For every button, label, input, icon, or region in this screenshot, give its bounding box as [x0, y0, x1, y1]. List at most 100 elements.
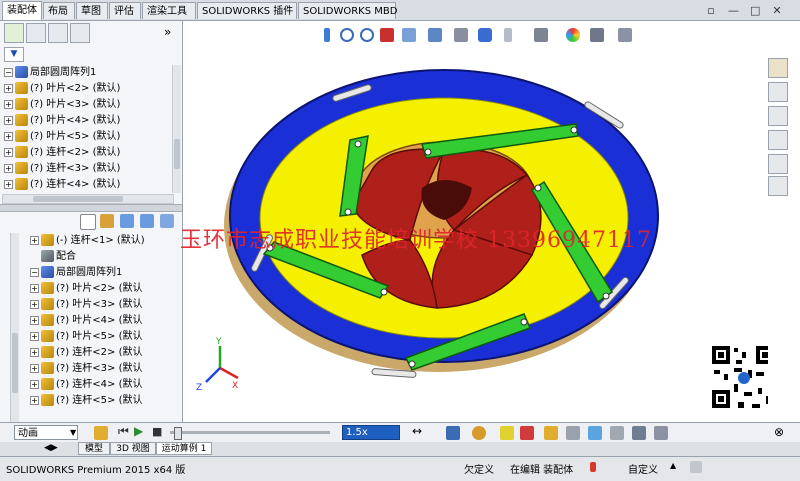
tab-sketch[interactable]: 草图 — [76, 2, 108, 19]
rebuild-icon[interactable] — [590, 462, 596, 472]
tree-item[interactable]: + (?) 连杆<3> (默认 — [30, 361, 178, 377]
results-icon[interactable] — [632, 426, 646, 440]
expand-toggle-icon[interactable]: − — [4, 67, 13, 77]
filter-assemblies-icon[interactable] — [120, 214, 134, 228]
expand-toggle-icon[interactable]: + — [30, 331, 39, 341]
tab-solidworks-mbd[interactable]: SOLIDWORKS MBD — [298, 2, 397, 19]
tree-item[interactable]: − 局部圆周阵列1 — [4, 65, 179, 81]
calculate-icon[interactable] — [94, 426, 108, 440]
maximize-button[interactable]: □ — [750, 5, 760, 16]
tree-item[interactable]: + (?) 叶片<4> (默认 — [30, 313, 178, 329]
config-manager-tab-icon[interactable] — [48, 23, 68, 43]
expand-toggle-icon[interactable]: + — [4, 83, 13, 93]
filter-icon[interactable]: ▼ — [4, 47, 24, 62]
definition-status: 欠定义 — [464, 465, 494, 476]
resources-icon[interactable] — [768, 58, 788, 78]
expand-toggle-icon[interactable]: + — [30, 379, 39, 389]
tree-item[interactable]: + (?) 叶片<4> (默认) — [4, 113, 179, 129]
part-icon — [41, 362, 54, 374]
gravity-icon[interactable] — [610, 426, 624, 440]
expand-panel-icon[interactable]: » — [164, 25, 171, 39]
expand-toggle-icon[interactable]: + — [30, 235, 39, 245]
expand-toggle-icon[interactable]: + — [30, 299, 39, 309]
tree-item[interactable]: 配合 — [30, 249, 178, 265]
lower-scrollbar[interactable] — [10, 233, 19, 423]
stop-icon[interactable]: ■ — [152, 425, 162, 438]
study-properties-icon[interactable] — [654, 426, 668, 440]
playback-slider[interactable] — [170, 427, 330, 440]
tab-evaluate[interactable]: 评估 — [109, 2, 141, 19]
filter-funnel-icon[interactable] — [80, 214, 96, 230]
close-button[interactable]: ✕ — [772, 5, 782, 16]
tab-motion-study-1[interactable]: 运动算例 1 — [156, 442, 212, 455]
tree-item[interactable]: + (?) 叶片<5> (默认 — [30, 329, 178, 345]
expand-toggle-icon[interactable]: + — [30, 395, 39, 405]
study-type-select[interactable]: 动画 — [14, 425, 78, 440]
play-icon[interactable]: ▶ — [134, 424, 143, 438]
expand-toggle-icon[interactable]: − — [30, 267, 39, 277]
tree-item[interactable]: + (-) 连杆<1> (默认) — [30, 233, 178, 249]
animation-wizard-icon[interactable] — [472, 426, 486, 440]
expand-toggle-icon[interactable]: + — [4, 115, 13, 125]
expand-toggle-icon[interactable]: + — [4, 147, 13, 157]
tab-render-tools[interactable]: 渲染工具 — [142, 2, 196, 19]
property-manager-tab-icon[interactable] — [26, 23, 46, 43]
pin — [380, 288, 388, 296]
add-key-icon[interactable] — [520, 426, 534, 440]
tree-item[interactable]: + (?) 叶片<2> (默认 — [30, 281, 178, 297]
expand-toggle-icon[interactable]: + — [30, 363, 39, 373]
part-icon — [41, 282, 54, 294]
appearances-icon[interactable] — [768, 154, 788, 174]
tree-item[interactable]: + (?) 连杆<4> (默认) — [4, 177, 179, 193]
part-icon — [15, 130, 28, 142]
tree-item[interactable]: + (?) 叶片<2> (默认) — [4, 81, 179, 97]
horizontal-scrollbar[interactable] — [2, 194, 174, 204]
tree-item[interactable]: + (?) 连杆<5> (默认 — [30, 393, 178, 409]
tab-model[interactable]: 模型 — [78, 442, 110, 455]
tree-item[interactable]: − 局部圆周阵列1 — [30, 265, 178, 281]
file-explorer-icon[interactable] — [768, 106, 788, 126]
expand-toggle-icon[interactable]: + — [30, 347, 39, 357]
playback-mode-icon[interactable]: ↔ — [412, 424, 422, 438]
motor-icon[interactable] — [544, 426, 558, 440]
tree-item[interactable]: + (?) 叶片<3> (默认 — [30, 297, 178, 313]
expand-toggle-icon[interactable]: + — [4, 179, 13, 189]
contact-icon[interactable] — [588, 426, 602, 440]
tree-item[interactable]: + (?) 叶片<3> (默认) — [4, 97, 179, 113]
tab-layout[interactable]: 布局 — [43, 2, 75, 19]
filter-parts-icon[interactable] — [100, 214, 114, 228]
expand-toggle-icon[interactable]: + — [30, 283, 39, 293]
autokey-icon[interactable] — [500, 426, 514, 440]
expand-toggle-icon[interactable]: + — [4, 131, 13, 141]
tab-3d-views[interactable]: 3D 视图 — [110, 442, 156, 455]
tree-item[interactable]: + (?) 连杆<2> (默认 — [30, 345, 178, 361]
tree-item[interactable]: + (?) 连杆<3> (默认) — [4, 161, 179, 177]
units-select[interactable]: 自定义 — [628, 461, 658, 476]
rewind-icon[interactable]: ⏮ — [118, 424, 129, 439]
feature-manager-tab-icon[interactable] — [4, 23, 24, 43]
expand-toggle-icon[interactable]: + — [4, 99, 13, 109]
view-palette-icon[interactable] — [768, 130, 788, 150]
custom-properties-icon[interactable] — [768, 176, 788, 196]
save-animation-icon[interactable] — [446, 426, 460, 440]
panel-splitter[interactable] — [0, 204, 182, 212]
playback-speed-select[interactable]: 1.5x — [342, 425, 400, 440]
tab-assembly[interactable]: 装配体 — [2, 1, 42, 20]
tab-solidworks-addins[interactable]: SOLIDWORKS 插件 — [197, 2, 297, 19]
tree-item[interactable]: + (?) 连杆<4> (默认 — [30, 377, 178, 393]
quick-tips-icon[interactable] — [690, 461, 702, 473]
display-manager-tab-icon[interactable] — [70, 23, 90, 43]
tree-item[interactable]: + (?) 叶片<5> (默认) — [4, 129, 179, 145]
tree-item[interactable]: + (?) 连杆<2> (默认) — [4, 145, 179, 161]
restore-icon[interactable]: ▫ — [706, 5, 716, 16]
tab-scroll-icon[interactable]: ◀▶ — [44, 442, 58, 455]
upper-scrollbar[interactable] — [172, 65, 181, 193]
collapse-icon[interactable]: ⊗ — [774, 425, 784, 439]
filter-mates-icon[interactable] — [140, 214, 154, 228]
minimize-button[interactable]: — — [728, 5, 739, 16]
expand-toggle-icon[interactable]: + — [4, 163, 13, 173]
design-library-icon[interactable] — [768, 82, 788, 102]
spring-icon[interactable] — [566, 426, 580, 440]
expand-toggle-icon[interactable]: + — [30, 315, 39, 325]
filter-features-icon[interactable] — [160, 214, 174, 228]
